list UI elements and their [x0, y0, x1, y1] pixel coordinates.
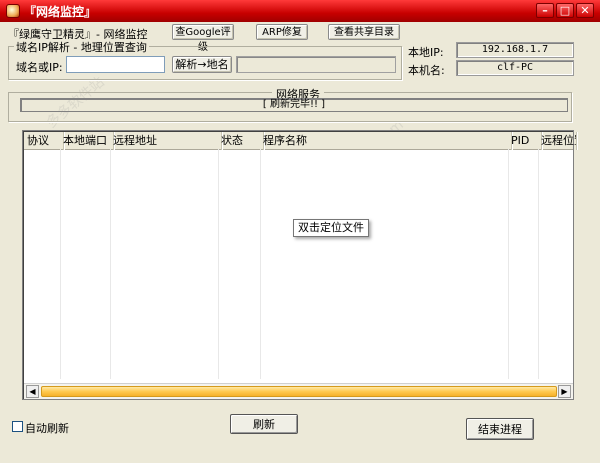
- grid-line: [218, 149, 219, 379]
- local-ip-value: 192.168.1.7: [456, 42, 574, 58]
- locate-file-tooltip: 双击定位文件: [293, 219, 369, 237]
- column-remote-location[interactable]: 远程位置: [538, 132, 577, 150]
- grid-line: [110, 149, 111, 379]
- column-local-port[interactable]: 本地端口: [60, 132, 114, 150]
- column-remote-address[interactable]: 远程地址: [110, 132, 222, 150]
- table-header: 协议 本地端口 远程地址 状态 程序名称 PID 远程位置: [24, 132, 577, 150]
- host-name-label: 本机名:: [408, 64, 445, 77]
- resolve-result-field: [236, 56, 396, 73]
- google-rank-button[interactable]: 查Google评级: [172, 24, 234, 53]
- column-protocol[interactable]: 协议: [24, 132, 64, 150]
- refresh-button[interactable]: 刷新: [230, 414, 298, 434]
- main-panel: 多多软件站 www.ddooo.com 多多软件站 多多软件站 www.ddoo…: [0, 22, 600, 463]
- scroll-thumb[interactable]: [41, 386, 557, 397]
- end-process-button[interactable]: 结束进程: [466, 418, 534, 440]
- resolve-group-label: 域名IP解析 - 地理位置查询: [14, 39, 149, 55]
- column-pid[interactable]: PID: [508, 132, 542, 150]
- horizontal-scrollbar[interactable]: ◀ ▶: [24, 383, 573, 399]
- host-name-value: clf-PC: [456, 60, 574, 76]
- app-icon: [6, 4, 20, 18]
- grid-line: [260, 149, 261, 379]
- close-button[interactable]: ✕: [576, 3, 594, 18]
- grid-line: [538, 149, 539, 379]
- domain-ip-label: 域名或IP:: [16, 61, 63, 74]
- maximize-button[interactable]: □: [556, 3, 574, 18]
- resolve-location-button[interactable]: 解析→地名: [172, 56, 232, 73]
- view-shared-dir-button[interactable]: 查看共享目录: [328, 24, 400, 40]
- arp-repair-button[interactable]: ARP修复: [256, 24, 308, 40]
- minimize-button[interactable]: –: [536, 3, 554, 18]
- column-state[interactable]: 状态: [218, 132, 264, 150]
- scroll-right-icon[interactable]: ▶: [558, 385, 571, 398]
- grid-line: [508, 149, 509, 379]
- domain-ip-input[interactable]: [66, 56, 165, 73]
- column-program-name[interactable]: 程序名称: [260, 132, 512, 150]
- window-title: 『网络监控』: [24, 5, 97, 19]
- local-ip-label: 本地IP:: [408, 46, 444, 59]
- connection-table[interactable]: 协议 本地端口 远程地址 状态 程序名称 PID 远程位置 双击定位文件 ◀ ▶: [22, 130, 577, 400]
- grid-line: [60, 149, 61, 379]
- service-status: [ 刷新完毕!! ]: [20, 98, 568, 112]
- scroll-left-icon[interactable]: ◀: [26, 385, 39, 398]
- auto-refresh-checkbox[interactable]: [12, 421, 23, 432]
- title-bar[interactable]: 『网络监控』 – □ ✕: [0, 0, 600, 22]
- auto-refresh-label: 自动刷新: [25, 422, 69, 435]
